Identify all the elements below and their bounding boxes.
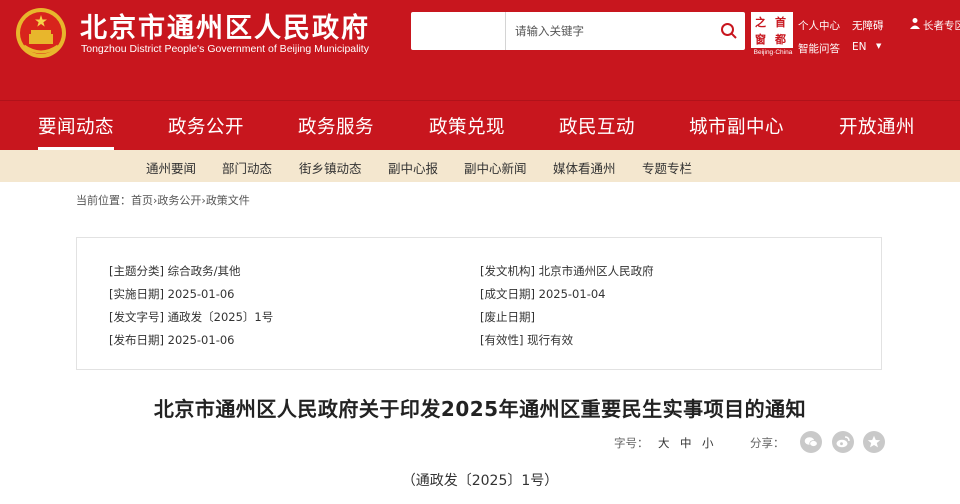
document-info-box: [主题分类] 综合政务/其他 [发文机构] 北京市通州区人民政府 [实施日期] … <box>76 237 882 370</box>
search-box <box>411 12 745 50</box>
font-size-label: 字号： <box>614 436 649 450</box>
chevron-down-icon[interactable]: ▼ <box>876 42 881 50</box>
nav-item-gov-affairs[interactable]: 政务公开 <box>168 113 244 139</box>
info-effective-date: [实施日期] 2025-01-06 <box>109 286 234 302</box>
nav-item-policy[interactable]: 政策兑现 <box>429 113 505 139</box>
font-size-large-button[interactable]: 大 <box>658 435 670 451</box>
main-nav: 要闻动态 政务公开 政务服务 政策兑现 政民互动 城市副中心 开放通州 <box>0 100 960 150</box>
sub-nav-item[interactable]: 专题专栏 <box>642 158 692 177</box>
share-label: 分享： <box>750 436 785 450</box>
document-number: （通政发〔2025〕1号） <box>401 473 559 489</box>
elderly-zone-link[interactable]: 长者专区 <box>923 18 960 33</box>
site-subtitle: Tongzhou District People's Government of… <box>81 43 369 55</box>
sub-nav-item[interactable]: 部门动态 <box>222 158 272 177</box>
info-value: 2025-01-04 <box>538 287 606 301</box>
weibo-icon[interactable] <box>832 431 854 453</box>
breadcrumb-prefix: 当前位置： <box>76 194 131 207</box>
info-written-date: [成文日期] 2025-01-04 <box>480 286 605 302</box>
logo-caption: Beijing·China <box>753 49 793 56</box>
smart-qa-link[interactable]: 智能问答 <box>798 41 840 56</box>
language-link[interactable]: EN <box>852 41 867 53</box>
nav-item-sub-center[interactable]: 城市副中心 <box>689 113 784 139</box>
breadcrumb-home[interactable]: 首页 <box>131 194 153 207</box>
person-icon <box>910 18 920 29</box>
sub-nav-item[interactable]: 媒体看通州 <box>553 158 616 177</box>
capital-window-logo[interactable]: 之 首 窗 都 Beijing·China <box>751 12 795 58</box>
info-value: 综合政务/其他 <box>167 264 241 278</box>
search-divider <box>505 12 506 50</box>
info-value: 2025-01-06 <box>167 287 235 301</box>
info-label: [主题分类] <box>109 264 164 278</box>
document-title: 北京市通州区人民政府关于印发2025年通州区重要民生实事项目的通知 <box>153 397 807 421</box>
accessibility-link[interactable]: 无障碍 <box>852 18 884 33</box>
breadcrumb-policy-docs[interactable]: 政策文件 <box>206 194 250 207</box>
sub-nav-item[interactable]: 通州要闻 <box>146 158 196 177</box>
nav-item-interaction[interactable]: 政民互动 <box>559 113 635 139</box>
info-label: [发布日期] <box>109 333 164 347</box>
search-input[interactable] <box>515 21 705 41</box>
info-topic: [主题分类] 综合政务/其他 <box>109 263 241 279</box>
info-label: [实施日期] <box>109 287 164 301</box>
nav-item-gov-services[interactable]: 政务服务 <box>298 113 374 139</box>
nav-item-open-tongzhou[interactable]: 开放通州 <box>839 113 915 139</box>
logo-char-4: 都 <box>775 33 786 46</box>
info-value: 通政发〔2025〕1号 <box>167 310 274 324</box>
info-abolish-date: [废止日期] <box>480 309 535 325</box>
font-size-small-button[interactable]: 小 <box>702 435 714 451</box>
logo-char-2: 首 <box>775 16 786 29</box>
wechat-icon[interactable] <box>800 431 822 453</box>
info-label: [发文机构] <box>480 264 535 278</box>
star-icon[interactable] <box>863 431 885 453</box>
sub-nav-item[interactable]: 副中心报 <box>388 158 438 177</box>
logo-char-1: 之 <box>755 16 766 29</box>
breadcrumb-gov-affairs[interactable]: 政务公开 <box>157 194 201 207</box>
info-label: [有效性] <box>480 333 524 347</box>
info-value: 现行有效 <box>527 333 574 347</box>
sub-nav-item[interactable]: 副中心新闻 <box>464 158 527 177</box>
search-icon[interactable] <box>720 22 738 40</box>
info-label: [废止日期] <box>480 310 535 324</box>
info-issuer: [发文机构] 北京市通州区人民政府 <box>480 263 654 279</box>
info-label: [发文字号] <box>109 310 164 324</box>
info-value: 北京市通州区人民政府 <box>538 264 654 278</box>
personal-center-link[interactable]: 个人中心 <box>798 18 840 33</box>
info-value: 2025-01-06 <box>167 333 235 347</box>
info-validity: [有效性] 现行有效 <box>480 332 573 348</box>
national-emblem-icon[interactable] <box>14 6 68 60</box>
info-doc-no: [发文字号] 通政发〔2025〕1号 <box>109 309 273 325</box>
sub-nav: 通州要闻 部门动态 街乡镇动态 副中心报 副中心新闻 媒体看通州 专题专栏 <box>0 150 960 182</box>
info-label: [成文日期] <box>480 287 535 301</box>
breadcrumb: 当前位置：首页›政务公开›政策文件 <box>76 192 250 208</box>
capital-window-logo-box: 之 首 窗 都 <box>751 12 793 48</box>
site-header: 北京市通州区人民政府 Tongzhou District People's Go… <box>0 0 960 100</box>
info-publish-date: [发布日期] 2025-01-06 <box>109 332 234 348</box>
site-title: 北京市通州区人民政府 <box>80 13 370 44</box>
sub-nav-item[interactable]: 街乡镇动态 <box>299 158 362 177</box>
font-size-medium-button[interactable]: 中 <box>680 435 692 451</box>
logo-char-3: 窗 <box>755 33 766 46</box>
nav-item-news[interactable]: 要闻动态 <box>38 113 115 150</box>
